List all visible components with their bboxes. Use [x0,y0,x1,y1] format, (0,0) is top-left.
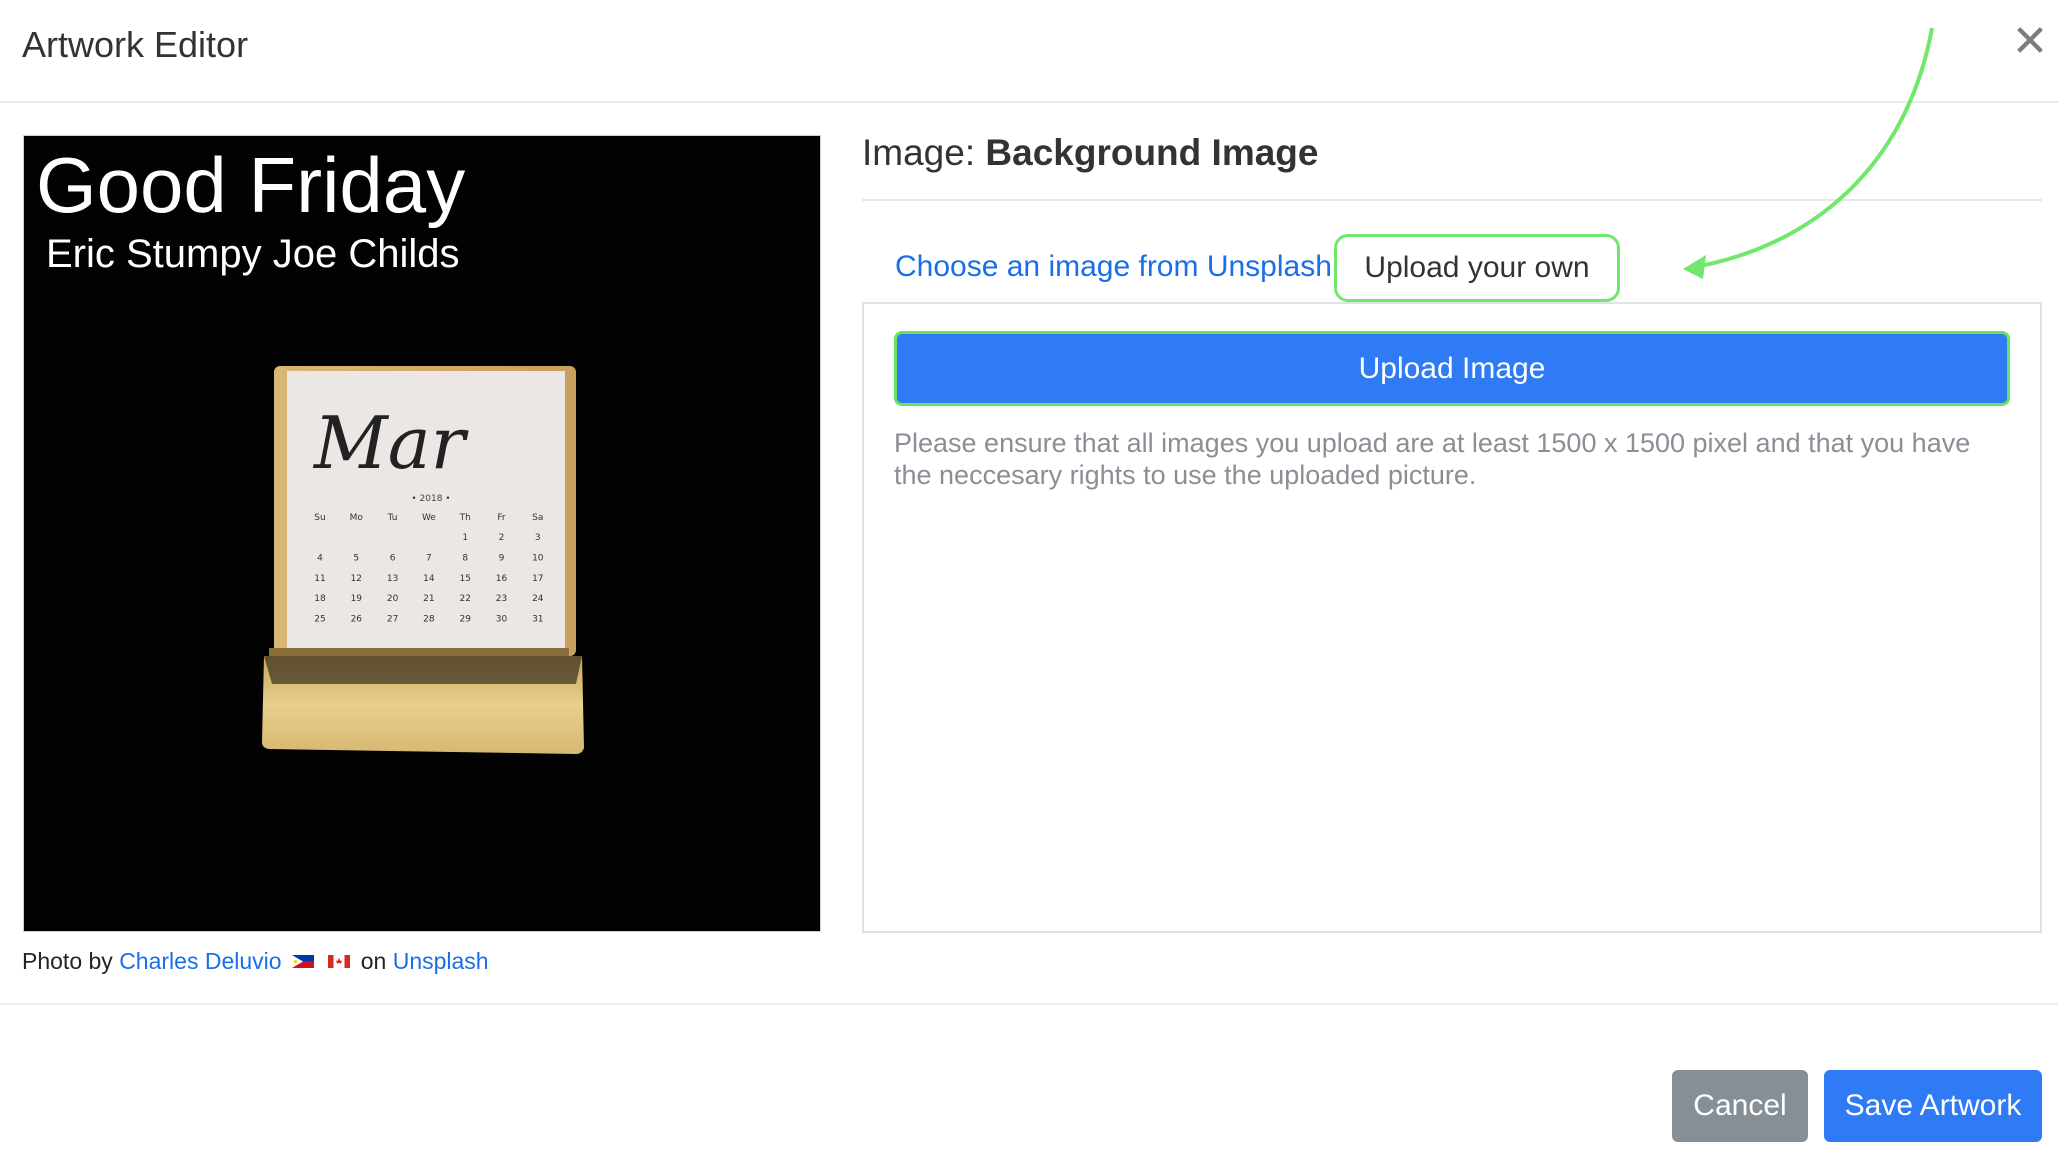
calendar-stand-shadow [264,656,582,684]
artwork-preview: Mar • 2018 • Su Mo Tu We Th Fr Sa 1 2 3 4 5 6 7 8 9 10 11… [23,135,821,932]
canada-flag-icon [328,954,351,968]
calendar-day: 15 [459,574,470,584]
calendar-day: 11 [314,574,325,584]
calendar-day: 2 [499,533,505,543]
artwork-editor-modal: Artwork Editor ✕ Mar • 2018 • Su Mo Tu W… [0,0,2058,1154]
calendar-day: 10 [532,553,544,563]
calendar-day: 23 [496,594,507,604]
close-icon[interactable]: ✕ [2010,20,2050,64]
calendar-day: 13 [387,574,398,584]
calendar-day: 29 [459,615,471,625]
footer-divider [0,1003,2058,1005]
credit-middle: on [360,948,387,974]
calendar-weekday: We [422,513,436,523]
calendar-day: 20 [387,594,399,604]
calendar-day: 17 [532,574,543,584]
calendar-day: 27 [387,615,398,625]
calendar-day: 24 [532,594,544,604]
image-label: Image: [862,132,976,173]
calendar-weekday: Sa [532,513,543,523]
calendar-day: 31 [532,615,543,625]
title-divider [862,199,2042,201]
calendar-day: 7 [426,553,432,563]
save-artwork-button[interactable]: Save Artwork [1824,1070,2042,1142]
calendar-weekday: Th [459,513,471,523]
calendar-day: 9 [499,553,505,563]
credit-prefix: Photo by [22,948,113,974]
calendar-weekday: Mo [350,513,364,523]
calendar-day: 22 [459,594,470,604]
photo-credit: Photo by Charles Deluvio on Unsplash [22,948,489,975]
calendar-day: 26 [351,615,363,625]
calendar-weekday: Fr [497,513,506,523]
upload-image-button[interactable]: Upload Image [894,331,2010,406]
calendar-day: 4 [317,553,323,563]
calendar-day: 18 [314,594,326,604]
calendar-weekday: Su [314,513,325,523]
calendar-day: 5 [353,553,359,563]
artwork-subtitle: Eric Stumpy Joe Childs [46,232,460,276]
calendar-day: 3 [535,533,541,543]
tab-unsplash[interactable]: Choose an image from Unsplash [895,250,1332,284]
calendar-day: 19 [351,594,363,604]
calendar-day: 8 [462,553,468,563]
calendar-day: 16 [496,574,508,584]
calendar-day: 21 [423,594,434,604]
cancel-button[interactable]: Cancel [1672,1070,1808,1142]
artwork-title: Good Friday [36,141,466,229]
calendar-day: 30 [496,615,508,625]
calendar-day: 14 [423,574,435,584]
calendar-day: 28 [423,615,435,625]
upload-hint-text: Please ensure that all images you upload… [894,428,1971,490]
modal-title: Artwork Editor [22,24,249,65]
modal-header: Artwork Editor ✕ [0,0,2058,103]
calendar-year: • 2018 • [411,494,450,504]
calendar-day: 1 [462,533,468,543]
image-section-title: Image: Background Image [862,132,1318,174]
credit-author-link[interactable]: Charles Deluvio [119,948,281,974]
tab-upload-your-own[interactable]: Upload your own [1334,234,1620,302]
calendar-day: 25 [314,615,325,625]
calendar-day: 6 [390,553,396,563]
credit-source-link[interactable]: Unsplash [393,948,489,974]
calendar-day: 12 [351,574,362,584]
calendar-month-script: Mar [312,401,469,485]
calendar-weekday: Tu [387,513,398,523]
philippines-flag-icon [291,954,314,968]
image-name: Background Image [985,132,1319,173]
